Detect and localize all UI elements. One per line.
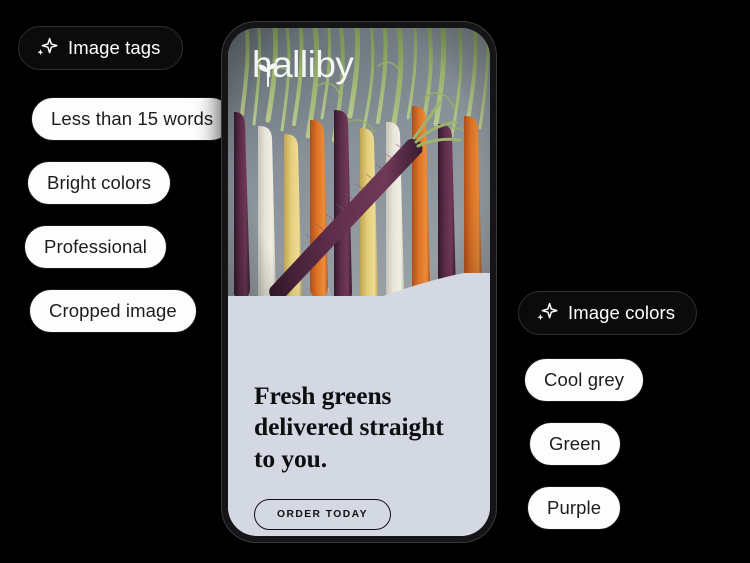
tag-pill-label: Cropped image — [49, 299, 177, 321]
tag-pill-bright-colors[interactable]: Bright colors — [27, 161, 172, 205]
canvas: Image tags Less than 15 words Bright col… — [0, 0, 750, 563]
tag-pill-label: Bright colors — [47, 171, 152, 193]
tag-pill-less-than-15-words[interactable]: Less than 15 words — [31, 97, 234, 141]
color-pill-cool-grey[interactable]: Cool grey — [524, 358, 645, 402]
sparkle-icon — [535, 302, 559, 324]
image-colors-header-label: Image colors — [568, 301, 676, 323]
order-today-button[interactable]: ORDER TODAY — [254, 499, 391, 530]
tag-pill-label: Professional — [44, 235, 148, 257]
image-colors-header: Image colors — [518, 291, 698, 335]
tag-pill-cropped-image[interactable]: Cropped image — [29, 289, 197, 333]
image-tags-header: Image tags — [18, 26, 183, 70]
tag-pill-label: Less than 15 words — [51, 107, 214, 129]
color-pill-label: Purple — [547, 496, 602, 518]
image-tags-header-label: Image tags — [68, 36, 161, 58]
color-pill-label: Green — [549, 432, 601, 454]
color-pill-label: Cool grey — [544, 368, 625, 390]
color-pill-green[interactable]: Green — [529, 422, 621, 466]
tag-pill-professional[interactable]: Professional — [24, 225, 168, 269]
phone-mockup: halliby Fresh greens delivered straight … — [222, 22, 496, 542]
promo-headline: Fresh greens delivered straight to you. — [254, 381, 444, 473]
promo-panel: Fresh greens delivered straight to you. … — [228, 296, 490, 536]
sparkle-icon — [35, 37, 59, 59]
color-pill-purple[interactable]: Purple — [527, 486, 622, 530]
phone-screen: halliby Fresh greens delivered straight … — [228, 28, 490, 536]
